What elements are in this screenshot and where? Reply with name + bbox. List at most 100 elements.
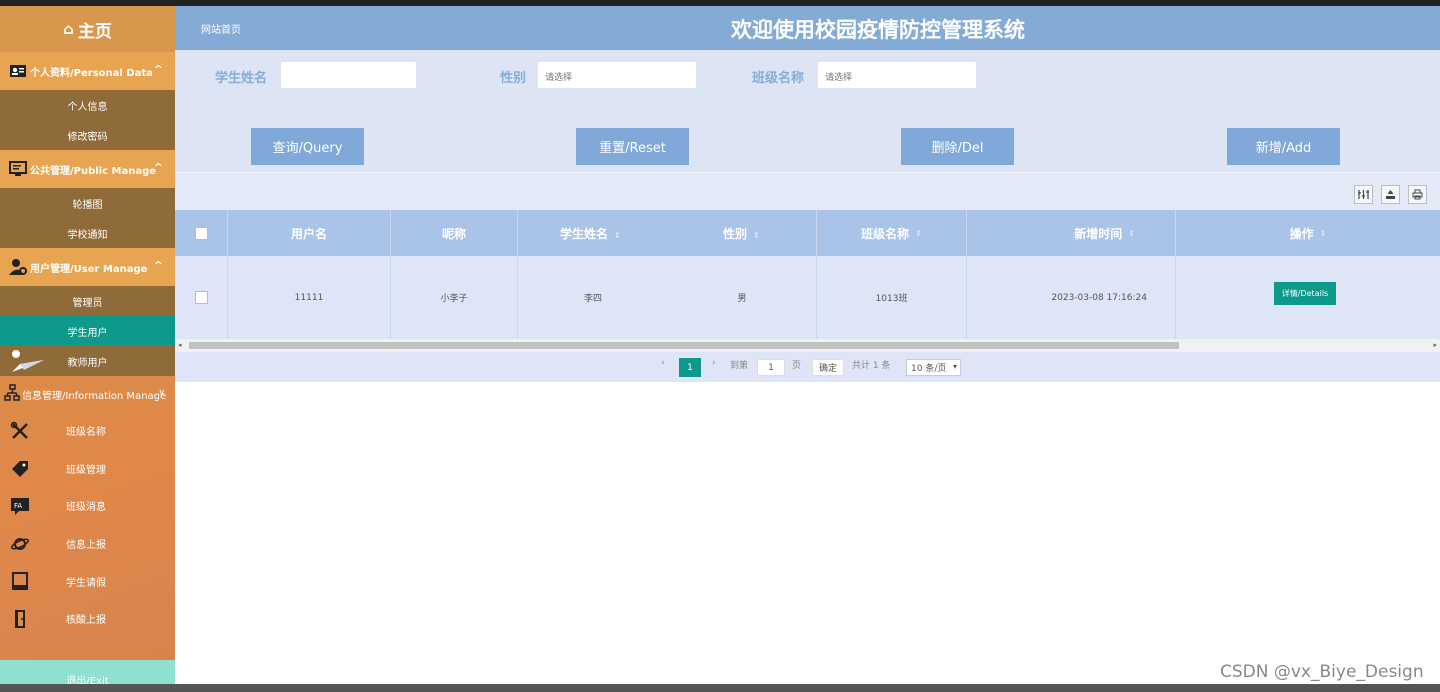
pagination: ‹ 1 › 到第 1 页 确定 共计 1 条 10 条/页 ▾	[175, 352, 1440, 382]
column-header-label: 学生姓名	[560, 226, 609, 241]
select-all-cell	[175, 210, 228, 256]
sidebar-item-change-password[interactable]: 修改密码	[0, 120, 175, 150]
column-header-label: 班级名称	[861, 226, 910, 241]
hierarchy-icon	[4, 383, 20, 405]
row-checkbox[interactable]	[194, 291, 208, 304]
column-header-username: 用户名	[228, 210, 391, 256]
prev-page-icon[interactable]: ‹	[661, 358, 665, 368]
scroll-left-icon[interactable]: ◂	[178, 341, 182, 349]
page-current[interactable]: 1	[679, 358, 701, 377]
sidebar-item-student-leave[interactable]: 学生请假	[0, 562, 175, 600]
select-all-checkbox[interactable]	[194, 226, 208, 240]
sidebar-item-label: 班级名称	[66, 427, 106, 439]
reset-button[interactable]: 重置/Reset	[576, 128, 689, 165]
sidebar-item-teacher-users[interactable]: 教师用户	[0, 346, 175, 376]
sidebar-sublist-users: 管理员 学生用户 教师用户	[0, 286, 175, 376]
sidebar-sublist-public: 轮播图 学校通知	[0, 188, 175, 248]
sidebar-sublist-personal: 个人信息 修改密码	[0, 90, 175, 150]
sidebar-item-class-name[interactable]: 班级名称	[0, 412, 175, 450]
exit-button[interactable]: 退出/Exit	[0, 660, 175, 684]
export-icon[interactable]	[1381, 185, 1400, 204]
column-header-created[interactable]: 新增时间 ⇕	[967, 210, 1176, 256]
sidebar-item-school-notice[interactable]: 学校通知	[0, 218, 175, 248]
horizontal-scrollbar[interactable]: ◂ ▸	[175, 339, 1440, 352]
sort-icon: ⇕	[1319, 228, 1327, 238]
sidebar-item-student-users[interactable]: 学生用户	[0, 316, 175, 346]
sort-icon: ⇕	[753, 230, 760, 240]
sidebar-item-label: 班级消息	[66, 502, 106, 514]
chevron-up-icon: ^	[153, 63, 163, 76]
table-toolbar	[175, 172, 1440, 210]
next-page-icon[interactable]: ›	[712, 358, 716, 368]
sidebar-item-label: 学生请假	[66, 577, 106, 589]
print-icon[interactable]	[1408, 185, 1427, 204]
sidebar-group-users[interactable]: 用户管理/User Manage ^	[0, 248, 175, 286]
home-icon: ⌂	[63, 20, 74, 38]
home-link[interactable]: 网站首页	[201, 21, 241, 36]
cell-created: 2023-03-08 17:16:24	[967, 256, 1176, 339]
gender-label: 性别	[500, 71, 527, 86]
book-icon	[10, 571, 30, 591]
user-card-icon	[8, 61, 28, 81]
column-header-student-name[interactable]: 学生姓名 ⇕	[560, 225, 621, 242]
sidebar-group-personal[interactable]: 个人资料/Personal Data ^	[0, 52, 175, 90]
class-name-select[interactable]: 请选择	[817, 61, 977, 89]
column-header-label: 用户名	[290, 226, 327, 241]
search-panel: 学生姓名 性别 请选择 班级名称 请选择 查询/Query 重置/Reset 删…	[175, 50, 1440, 172]
goto-confirm-button[interactable]: 确定	[812, 359, 844, 376]
sidebar-group-label: 公共管理/Public Manage	[30, 165, 157, 177]
tag-icon	[10, 459, 30, 479]
svg-text:FA: FA	[14, 502, 22, 510]
student-name-input[interactable]	[280, 61, 417, 89]
table-header: 用户名 昵称 学生姓名 ⇕ 性别 ⇕ 班级名称 ⇕ 新增时间 ⇕ 操作 ⇕	[175, 210, 1440, 256]
column-header-gender[interactable]: 性别 ⇕	[723, 225, 760, 242]
sidebar-item-personal-info[interactable]: 个人信息	[0, 90, 175, 120]
sidebar-item-admin[interactable]: 管理员	[0, 286, 175, 316]
sidebar-group-label: 用户管理/User Manage	[30, 263, 148, 275]
sidebar-item-label: 班级管理	[66, 464, 106, 476]
planet-icon	[10, 534, 30, 554]
sidebar-item-carousel[interactable]: 轮播图	[0, 188, 175, 218]
cell-username: 11111	[228, 256, 391, 339]
paper-plane-icon	[10, 350, 46, 377]
sidebar-item-class-manage[interactable]: 班级管理	[0, 450, 175, 488]
page-size-value: 10 条/页	[911, 364, 947, 374]
column-header-label: 新增时间	[1074, 226, 1123, 241]
add-button[interactable]: 新增/Add	[1227, 128, 1340, 165]
columns-filter-icon[interactable]	[1354, 185, 1373, 204]
cell-actions: 详情/Details	[1176, 256, 1440, 339]
sidebar-group-information[interactable]: 信息管理/Information Manage ∨	[0, 376, 175, 412]
sidebar-group-label: 个人资料/Personal Data	[30, 67, 153, 79]
gender-select[interactable]: 请选择	[537, 61, 697, 89]
monitor-icon	[8, 159, 28, 179]
sidebar-home[interactable]: ⌂ 主页	[0, 6, 175, 52]
sidebar-item-label: 教师用户	[67, 357, 108, 369]
details-button[interactable]: 详情/Details	[1273, 282, 1337, 305]
goto-label: 到第	[730, 361, 749, 371]
page-title: 欢迎使用校园疫情防控管理系统	[731, 18, 1025, 42]
scrollbar-thumb[interactable]	[189, 342, 1179, 349]
user-gear-icon	[8, 257, 28, 277]
sidebar-item-class-message[interactable]: FA 班级消息	[0, 487, 175, 525]
sort-icon: ⇕	[915, 228, 922, 238]
column-header-class-name[interactable]: 班级名称 ⇕	[817, 210, 967, 256]
page-number-input[interactable]: 1	[757, 359, 785, 376]
column-header-nickname: 昵称	[391, 210, 518, 256]
page-size-select[interactable]: 10 条/页 ▾	[906, 359, 961, 376]
delete-button[interactable]: 删除/Del	[901, 128, 1014, 165]
sidebar: ⌂ 主页 个人资料/Personal Data ^ 个人信息 修改密码 公共管理…	[0, 6, 175, 684]
class-name-label: 班级名称	[752, 71, 805, 86]
scroll-right-icon[interactable]: ▸	[1433, 341, 1437, 349]
student-name-label: 学生姓名	[215, 71, 268, 86]
sidebar-item-label: 信息上报	[66, 540, 106, 552]
data-table: 用户名 昵称 学生姓名 ⇕ 性别 ⇕ 班级名称 ⇕ 新增时间 ⇕ 操作 ⇕ 11111 小…	[175, 210, 1440, 339]
sidebar-item-nucleic-report[interactable]: 核酸上报	[0, 600, 175, 638]
column-header-label: 性别	[723, 226, 748, 241]
sidebar-group-public[interactable]: 公共管理/Public Manage ^	[0, 150, 175, 188]
page-unit-label: 页	[792, 361, 802, 371]
query-button[interactable]: 查询/Query	[251, 128, 364, 165]
chevron-up-icon: ^	[153, 161, 163, 174]
sidebar-item-info-report[interactable]: 信息上报	[0, 525, 175, 563]
sidebar-home-label: 主页	[77, 21, 112, 42]
sort-icon: ⇕	[1128, 228, 1135, 238]
